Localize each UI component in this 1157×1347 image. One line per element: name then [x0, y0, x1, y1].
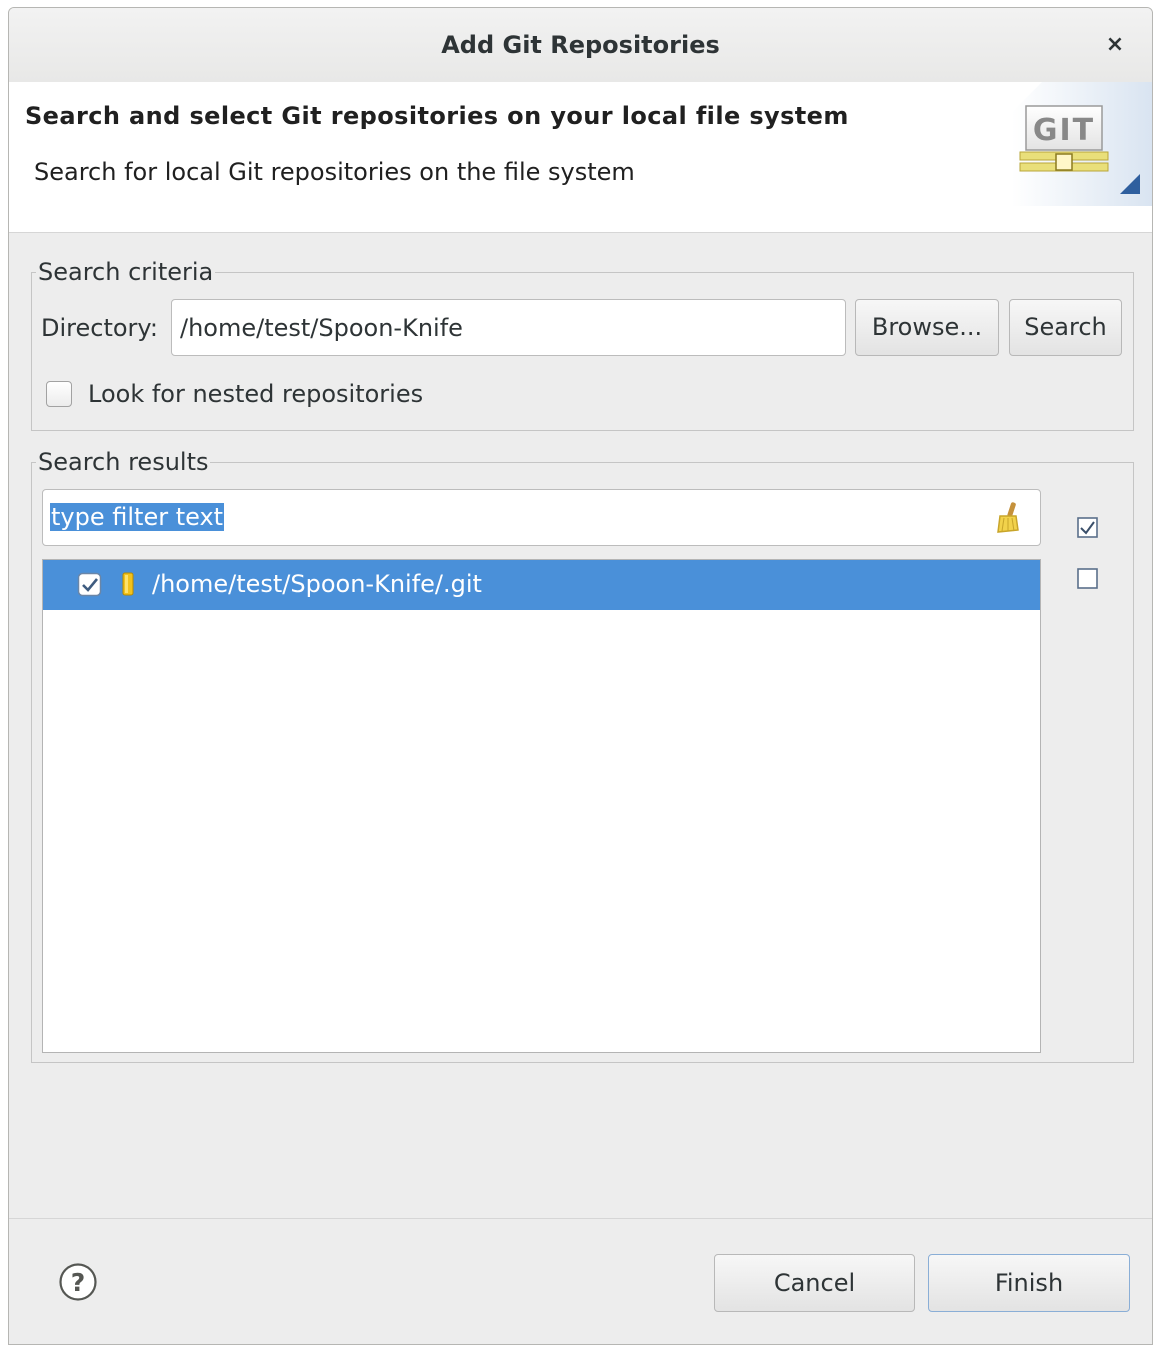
- page-description: Search for local Git repositories on the…: [34, 158, 635, 186]
- browse-button[interactable]: Browse...: [855, 299, 999, 356]
- footer-divider: [9, 1218, 1152, 1219]
- filter-text: type filter text: [50, 503, 225, 531]
- directory-input[interactable]: [171, 299, 846, 356]
- search-results-legend: Search results: [38, 448, 209, 476]
- result-path: /home/test/Spoon-Knife/.git: [152, 570, 482, 598]
- deselect-all-icon[interactable]: [1076, 567, 1100, 591]
- repository-icon: [122, 572, 134, 596]
- window-title: Add Git Repositories: [441, 31, 720, 59]
- finish-button[interactable]: Finish: [928, 1254, 1130, 1312]
- title-bar: Add Git Repositories ×: [9, 8, 1152, 83]
- result-row[interactable]: /home/test/Spoon-Knife/.git: [43, 560, 1040, 610]
- close-icon[interactable]: ×: [1100, 30, 1130, 60]
- help-icon[interactable]: ?: [58, 1262, 98, 1302]
- results-list[interactable]: /home/test/Spoon-Knife/.git: [42, 559, 1041, 1053]
- search-criteria-legend: Search criteria: [38, 258, 214, 286]
- wizard-header: Search and select Git repositories on yo…: [9, 82, 1152, 233]
- cancel-button[interactable]: Cancel: [714, 1254, 915, 1312]
- directory-label: Directory:: [41, 314, 158, 342]
- repository-checkbox-checked-icon[interactable]: [77, 572, 103, 598]
- filter-input[interactable]: type filter text: [42, 489, 1041, 546]
- git-banner-text: GIT: [1033, 113, 1095, 148]
- search-button[interactable]: Search: [1009, 299, 1122, 356]
- nested-repositories-label[interactable]: Look for nested repositories: [88, 380, 423, 408]
- broom-icon[interactable]: [994, 500, 1024, 536]
- select-all-icon[interactable]: [1076, 516, 1100, 540]
- add-git-repositories-dialog: Add Git Repositories × Search and select…: [8, 7, 1153, 1345]
- help-icon-glyph: ?: [71, 1268, 86, 1297]
- git-banner-icon: GIT: [1012, 82, 1152, 206]
- page-title: Search and select Git repositories on yo…: [25, 102, 849, 130]
- nested-repositories-checkbox[interactable]: [46, 381, 72, 407]
